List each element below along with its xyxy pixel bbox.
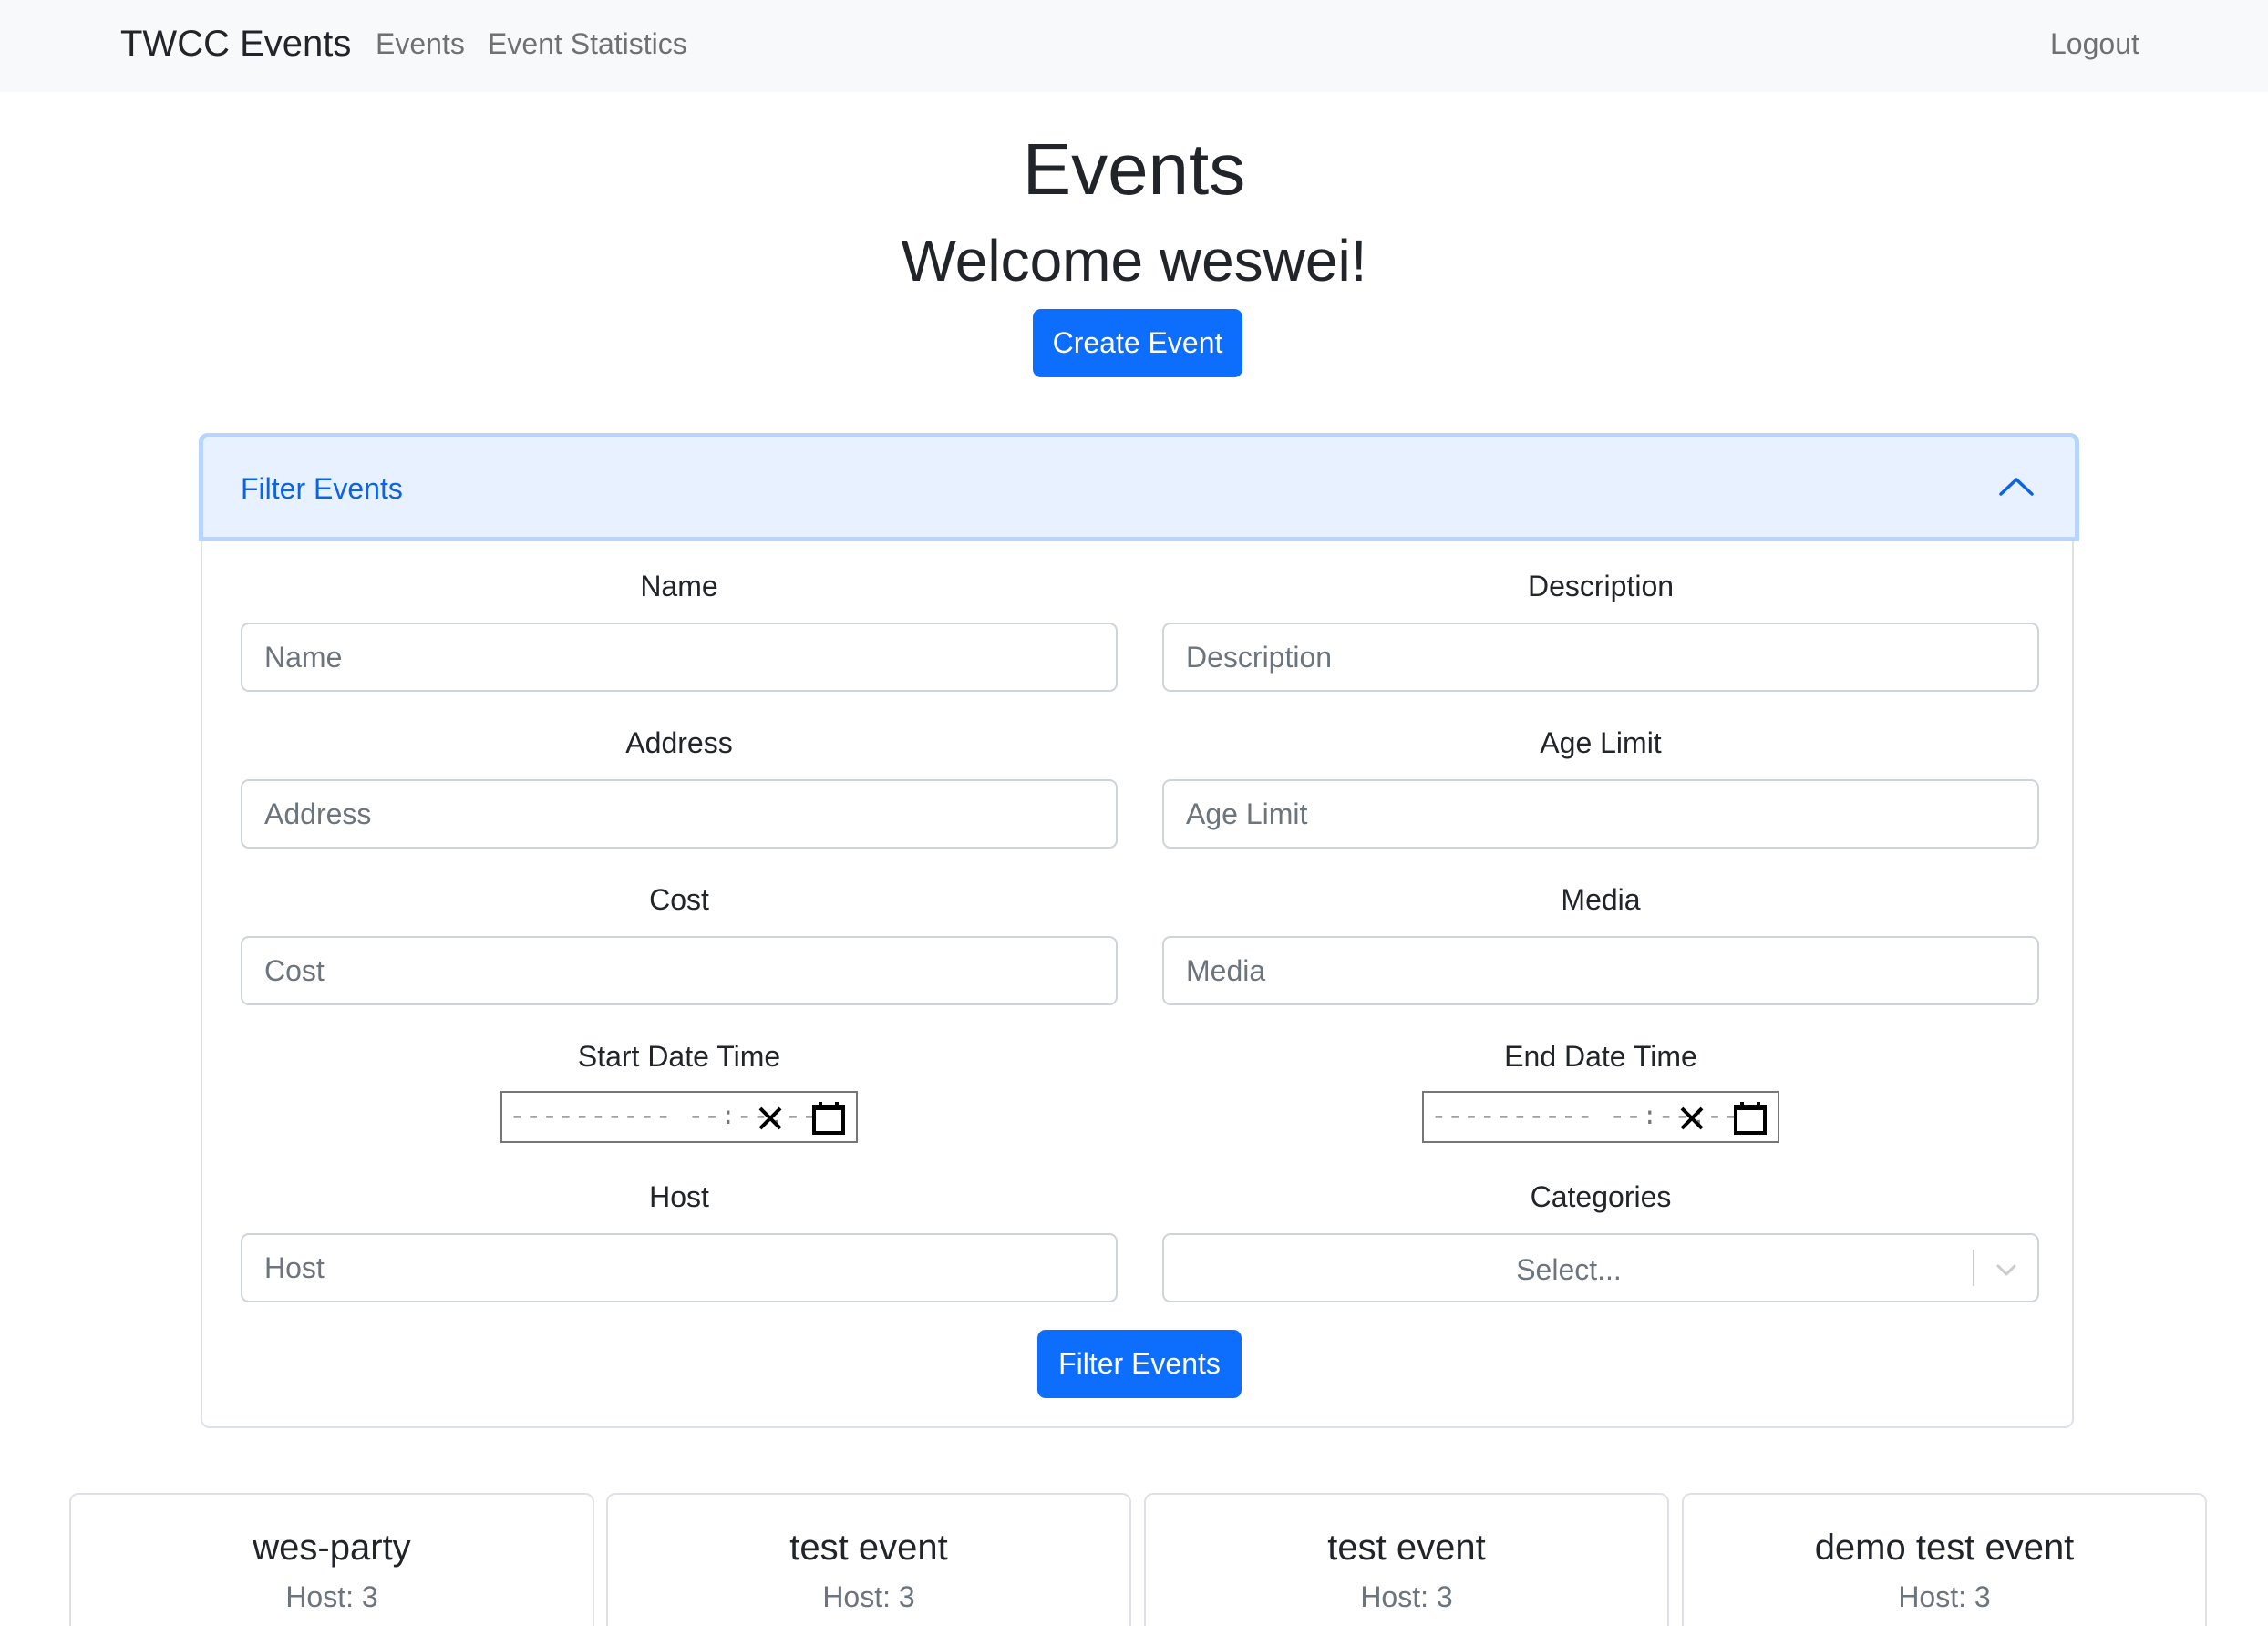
chevron-up-icon <box>1999 478 2034 496</box>
end-date-time-input[interactable]: ---------- --:--:-- <box>1422 1091 1779 1143</box>
description-input[interactable] <box>1162 623 2039 692</box>
event-card[interactable]: test event Host: 3 <box>606 1493 1131 1626</box>
select-separator <box>1973 1250 1974 1286</box>
categories-select-placeholder: Select... <box>1516 1253 1622 1286</box>
event-card-title: test event <box>1327 1528 1486 1568</box>
cost-input[interactable] <box>241 936 1118 1005</box>
event-card[interactable]: wes-party Host: 3 <box>69 1493 594 1626</box>
event-card-title: demo test event <box>1814 1528 2075 1568</box>
welcome-message: Welcome weswei! <box>901 228 1367 293</box>
description-label: Description <box>1527 570 1675 602</box>
end-date-time-label: End Date Time <box>1504 1040 1697 1073</box>
navbar: TWCC Events Events Event Statistics Logo… <box>0 0 2268 92</box>
name-label: Name <box>640 570 718 602</box>
event-card-title: test event <box>789 1528 948 1568</box>
age-limit-input[interactable] <box>1162 779 2039 849</box>
clear-icon[interactable] <box>756 1104 785 1133</box>
brand-link[interactable]: TWCC Events <box>120 22 351 66</box>
cost-label: Cost <box>649 883 709 916</box>
nav-link-event-statistics[interactable]: Event Statistics <box>488 26 687 62</box>
filter-accordion-header[interactable]: Filter Events <box>199 433 2079 541</box>
media-label: Media <box>1561 883 1641 916</box>
age-limit-label: Age Limit <box>1540 726 1662 759</box>
nav-link-events[interactable]: Events <box>376 26 465 62</box>
create-event-button[interactable]: Create Event <box>1033 309 1242 377</box>
logout-link[interactable]: Logout <box>2050 26 2139 62</box>
clear-icon[interactable] <box>1677 1104 1706 1133</box>
start-date-time-input[interactable]: ---------- --:--:-- <box>500 1091 858 1143</box>
media-input[interactable] <box>1162 936 2039 1005</box>
chevron-down-icon[interactable] <box>1994 1257 2019 1282</box>
name-input[interactable] <box>241 623 1118 692</box>
event-card[interactable]: test event Host: 3 <box>1144 1493 1669 1626</box>
event-card-host: Host: 3 <box>1360 1580 1453 1613</box>
host-input[interactable] <box>241 1233 1118 1302</box>
filter-accordion: Filter Events Name Description Address A… <box>199 433 2079 1428</box>
event-card-host: Host: 3 <box>1898 1580 1991 1613</box>
filter-events-button[interactable]: Filter Events <box>1037 1330 1242 1398</box>
event-card[interactable]: demo test event Host: 3 <box>1682 1493 2207 1626</box>
page-title: Events <box>1022 129 1246 210</box>
event-card-title: wes-party <box>253 1528 411 1568</box>
start-date-time-label: Start Date Time <box>577 1040 781 1073</box>
categories-select[interactable]: Select... <box>1162 1233 2039 1302</box>
calendar-icon[interactable] <box>1732 1100 1768 1137</box>
event-card-host: Host: 3 <box>822 1580 915 1613</box>
calendar-icon[interactable] <box>810 1100 847 1137</box>
address-input[interactable] <box>241 779 1118 849</box>
host-label: Host <box>649 1180 709 1213</box>
categories-label: Categories <box>1530 1180 1672 1213</box>
event-card-host: Host: 3 <box>285 1580 378 1613</box>
address-label: Address <box>625 726 733 759</box>
filter-accordion-title: Filter Events <box>241 472 403 505</box>
